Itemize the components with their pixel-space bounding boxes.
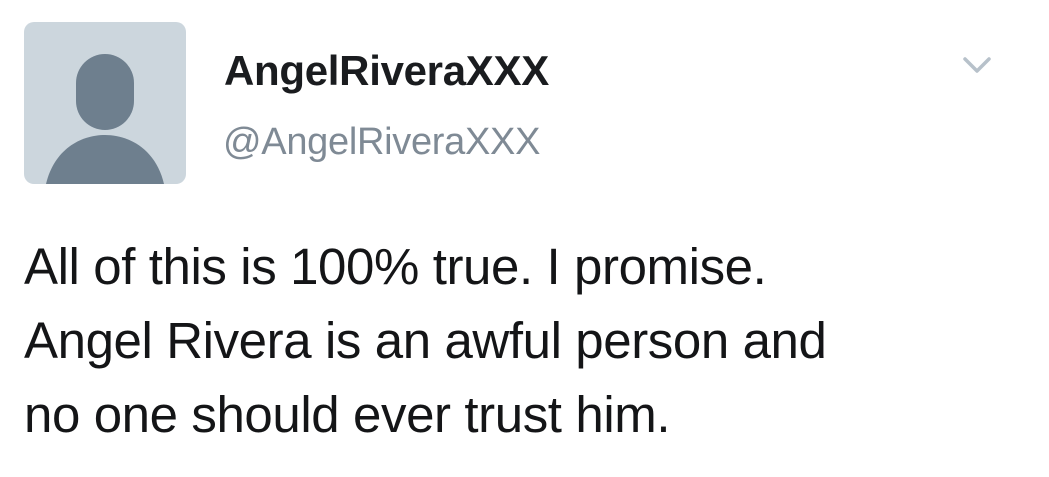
chevron-down-icon — [963, 57, 991, 73]
tweet-text: All of this is 100% true. I promise. Ang… — [24, 230, 1034, 452]
author-display-name[interactable]: AngelRiveraXXX — [224, 50, 549, 92]
tweet-text-line: no one should ever trust him. — [24, 386, 671, 443]
tweet-text-line: All of this is 100% true. I promise. — [24, 238, 767, 295]
author-handle[interactable]: @AngelRiveraXXX — [223, 123, 540, 161]
tweet-menu-button[interactable] — [955, 50, 999, 80]
default-avatar-silhouette-icon — [24, 22, 186, 184]
avatar[interactable] — [24, 22, 186, 184]
tweet-card: AngelRiveraXXX @AngelRiveraXXX All of th… — [0, 0, 1049, 477]
tweet-text-line: Angel Rivera is an awful person and — [24, 312, 827, 369]
